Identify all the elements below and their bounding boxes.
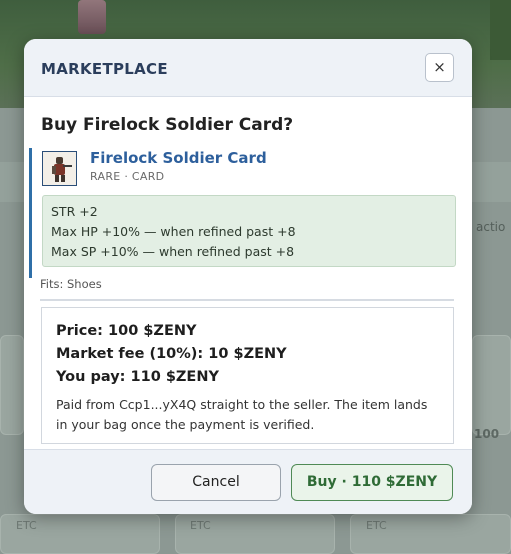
item-rarity: RARE [90, 170, 121, 183]
background-listing-card [0, 335, 24, 435]
total-line: You pay: 110 $ZENY [56, 369, 219, 385]
buy-button[interactable]: Buy · 110 $ZENY [291, 464, 453, 501]
background-listing-card [472, 335, 511, 435]
fee-line: Market fee (10%): 10 $ZENY [56, 346, 287, 362]
stat-line: Max SP +10% — when refined past +8 [51, 244, 295, 259]
marketplace-dialog: MARKETPLACE × Buy Firelock Soldier Card?… [24, 39, 472, 514]
background-amount: 100 [474, 427, 500, 441]
purchase-heading: Buy Firelock Soldier Card? [41, 115, 294, 135]
background-tag: ETC [366, 519, 387, 532]
background-tag: ETC [16, 519, 37, 532]
dialog-header: MARKETPLACE × [24, 39, 472, 97]
dialog-footer: Cancel Buy · 110 $ZENY [24, 449, 472, 514]
stat-line: Max HP +10% — when refined past +8 [51, 224, 296, 239]
item-name: Firelock Soldier Card [90, 149, 267, 167]
background-tag: ETC [190, 519, 211, 532]
payment-note: Paid from Ccp1...yX4Q straight to the se… [56, 397, 428, 432]
background-character-sprite [78, 0, 106, 34]
item-type: CARD [131, 170, 165, 183]
dialog-title: MARKETPLACE [41, 60, 168, 78]
firelock-soldier-sprite-icon [42, 151, 77, 186]
background-tab: actio [476, 220, 506, 234]
item-summary: Firelock Soldier Card RARE · CARD STR +2… [29, 148, 456, 278]
item-stats: STR +2 Max HP +10% — when refined past +… [42, 195, 456, 267]
item-meta: RARE · CARD [90, 170, 164, 183]
background-tree [490, 0, 511, 60]
cancel-button[interactable]: Cancel [151, 464, 281, 501]
divider [40, 299, 454, 301]
close-button[interactable]: × [425, 53, 454, 82]
stat-line: STR +2 [51, 204, 98, 219]
price-line: Price: 100 $ZENY [56, 323, 197, 339]
fits-slot: Fits: Shoes [40, 277, 102, 291]
meta-separator: · [124, 170, 129, 183]
payment-summary: Price: 100 $ZENY Market fee (10%): 10 $Z… [41, 307, 454, 444]
